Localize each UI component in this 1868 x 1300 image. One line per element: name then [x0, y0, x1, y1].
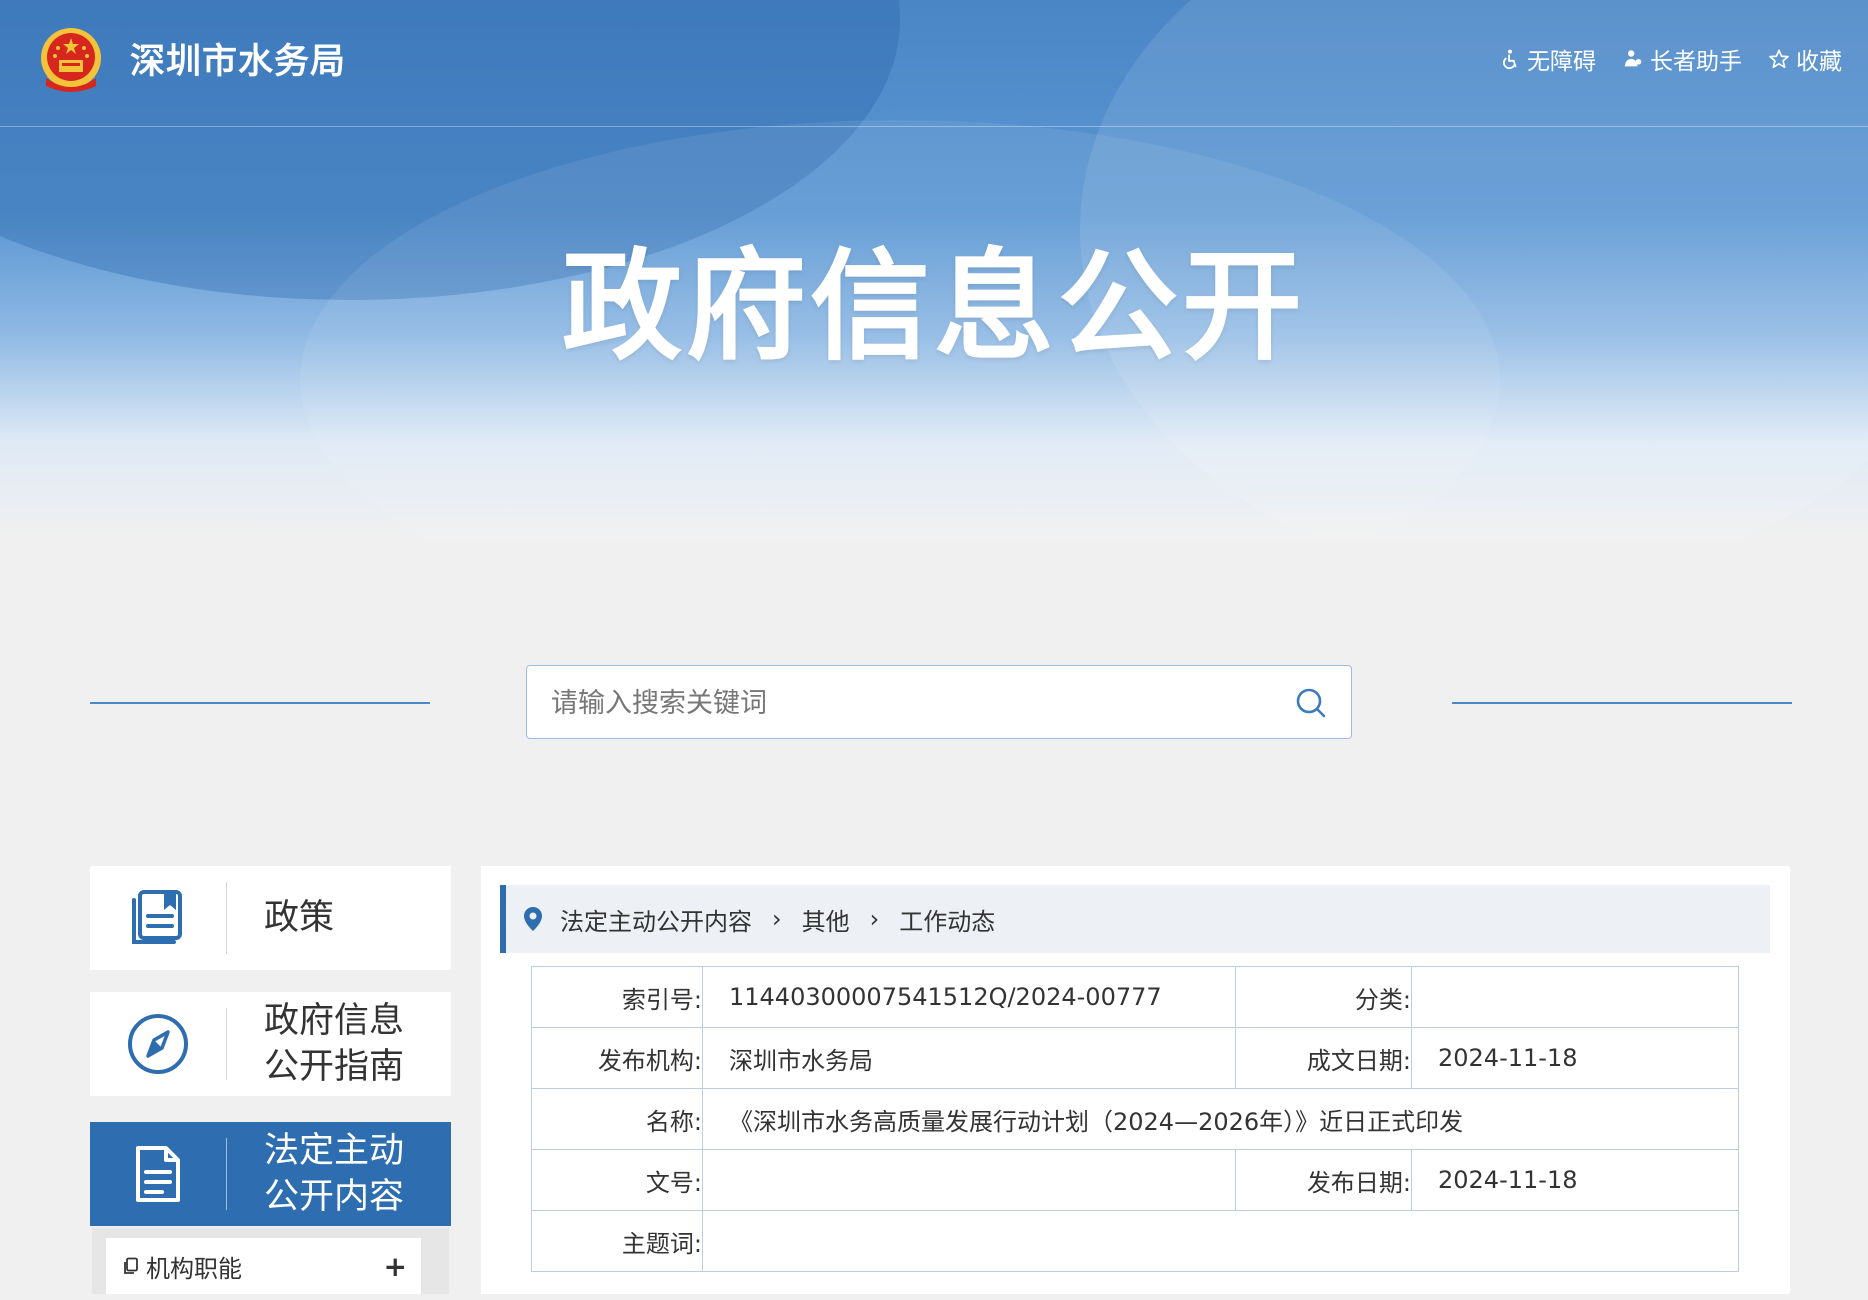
- written-date-label: 成文日期:: [1235, 1027, 1412, 1089]
- sidebar-submenu: 机构职能 +: [92, 1228, 449, 1294]
- elder-assistant-link[interactable]: 长者助手: [1622, 42, 1742, 76]
- table-row: 文号: 发布日期: 2024-11-18: [531, 1149, 1739, 1211]
- location-pin-icon: [524, 907, 542, 931]
- publish-date-value: 2024-11-18: [1411, 1149, 1739, 1211]
- topbar-divider: [0, 126, 1868, 127]
- national-emblem-icon[interactable]: [38, 26, 104, 96]
- sidebar-item-policy[interactable]: 政策: [90, 866, 451, 970]
- accessibility-icon: [1503, 49, 1517, 70]
- search-input[interactable]: [549, 666, 1273, 740]
- accessibility-link[interactable]: 无障碍: [1499, 42, 1596, 76]
- expand-button[interactable]: +: [384, 1250, 407, 1283]
- sidebar-divider: [226, 1138, 227, 1210]
- category-value: [1411, 966, 1739, 1028]
- elder-icon: [1624, 50, 1642, 67]
- compass-icon: [128, 1014, 188, 1074]
- top-links: 无障碍 长者助手 收藏: [1499, 42, 1842, 76]
- title-value: 《深圳市水务高质量发展行动计划（2024—2026年）》近日正式印发: [702, 1088, 1739, 1150]
- copy-icon: [124, 1257, 138, 1274]
- breadcrumb-item[interactable]: 其他: [802, 902, 850, 937]
- accessibility-label: 无障碍: [1527, 49, 1596, 75]
- sidebar-divider: [226, 1008, 227, 1080]
- publisher-value: 深圳市水务局: [702, 1027, 1236, 1089]
- table-row: 索引号: 11440300007541512Q/2024-00777 分类:: [531, 966, 1739, 1028]
- doc-number-value: [702, 1149, 1236, 1211]
- banner-title: 政府信息公开: [562, 238, 1306, 377]
- breadcrumb: 法定主动公开内容 › 其他 › 工作动态: [500, 885, 1770, 953]
- submenu-item-label: 机构职能: [146, 1254, 242, 1283]
- keywords-label: 主题词:: [531, 1210, 703, 1272]
- search-divider-left: [90, 702, 430, 704]
- site-name[interactable]: 深圳市水务局: [130, 38, 346, 86]
- header-banner: 深圳市水务局 无障碍 长者助手 收藏 政府信息公开: [0, 0, 1868, 540]
- search-icon[interactable]: [1293, 685, 1329, 721]
- table-row: 发布机构: 深圳市水务局 成文日期: 2024-11-18: [531, 1027, 1739, 1089]
- sidebar-divider: [226, 882, 227, 954]
- document-icon: [136, 1146, 180, 1202]
- sidebar-item-guide[interactable]: 政府信息 公开指南: [90, 992, 451, 1096]
- document-meta-table: 索引号: 11440300007541512Q/2024-00777 分类: 发…: [531, 966, 1739, 1272]
- table-row: 主题词:: [531, 1210, 1739, 1272]
- breadcrumb-item[interactable]: 法定主动公开内容: [560, 902, 752, 937]
- doc-number-label: 文号:: [531, 1149, 703, 1211]
- written-date-value: 2024-11-18: [1411, 1027, 1739, 1089]
- elder-assistant-label: 长者助手: [1650, 49, 1742, 75]
- publisher-label: 发布机构:: [531, 1027, 703, 1089]
- table-row: 名称: 《深圳市水务高质量发展行动计划（2024—2026年）》近日正式印发: [531, 1088, 1739, 1150]
- chevron-right-icon: ›: [772, 905, 782, 933]
- index-value: 11440300007541512Q/2024-00777: [702, 966, 1236, 1028]
- favorite-label: 收藏: [1796, 49, 1842, 75]
- star-icon: [1769, 49, 1789, 69]
- chevron-right-icon: ›: [869, 905, 880, 933]
- index-label: 索引号:: [531, 966, 703, 1028]
- title-label: 名称:: [531, 1088, 703, 1150]
- sidebar-item-statutory-disclosure[interactable]: 法定主动 公开内容: [90, 1122, 451, 1226]
- sidebar-item-label: 政策: [264, 898, 335, 938]
- search-box: [526, 665, 1352, 740]
- keywords-value: [702, 1210, 1739, 1272]
- favorite-link[interactable]: 收藏: [1768, 42, 1842, 76]
- category-label: 分类:: [1235, 966, 1412, 1028]
- main-content: 法定主动公开内容 › 其他 › 工作动态 索引号: 11440300007541…: [481, 866, 1790, 1294]
- book-icon: [132, 890, 182, 944]
- breadcrumb-item[interactable]: 工作动态: [899, 902, 995, 937]
- sidebar-item-label: 法定主动 公开内容: [264, 1131, 405, 1217]
- publish-date-label: 发布日期:: [1235, 1149, 1412, 1211]
- submenu-item-org-functions[interactable]: 机构职能 +: [106, 1238, 421, 1294]
- sidebar-item-label: 政府信息 公开指南: [264, 1001, 405, 1087]
- search-divider-right: [1452, 702, 1792, 704]
